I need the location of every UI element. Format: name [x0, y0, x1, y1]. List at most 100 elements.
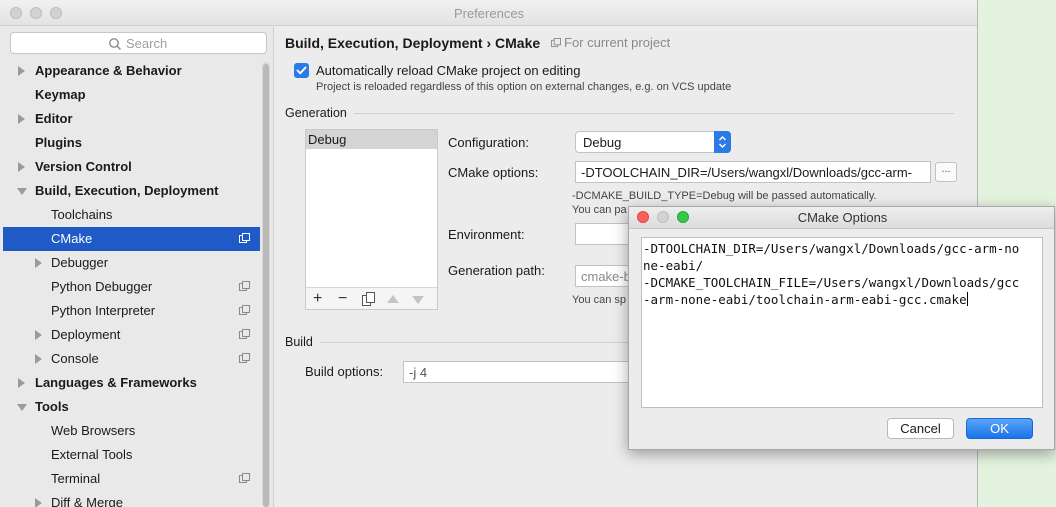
- cmake-options-textarea[interactable]: -DTOOLCHAIN_DIR=/Users/wangxl/Downloads/…: [641, 237, 1043, 408]
- ok-button[interactable]: OK: [966, 418, 1033, 439]
- search-icon: [109, 38, 122, 51]
- sidebar-item-label: Languages & Frameworks: [35, 375, 197, 390]
- chevron-right-icon[interactable]: [18, 66, 25, 76]
- sidebar-item-label: Python Interpreter: [51, 303, 156, 318]
- expand-cmake-options-button[interactable]: ...: [935, 162, 957, 182]
- generation-path-value: cmake-b: [581, 269, 631, 284]
- cmake-options-field[interactable]: -DTOOLCHAIN_DIR=/Users/wangxl/Downloads/…: [575, 161, 931, 183]
- move-up-icon[interactable]: [387, 295, 399, 303]
- sidebar-item-python-interpreter[interactable]: Python Interpreter: [3, 299, 260, 323]
- chevron-right-icon[interactable]: [18, 114, 25, 124]
- list-item[interactable]: Debug: [306, 130, 437, 149]
- sidebar-item-tools[interactable]: Tools: [3, 395, 260, 419]
- remove-icon[interactable]: −: [338, 290, 347, 308]
- search-placeholder: Search: [126, 36, 168, 51]
- sidebar-item-terminal[interactable]: Terminal: [3, 467, 260, 491]
- chevron-right-icon[interactable]: [18, 378, 25, 388]
- generation-path-field[interactable]: cmake-b: [575, 265, 635, 287]
- text-caret: [966, 292, 968, 306]
- sidebar-item-python-debugger[interactable]: Python Debugger: [3, 275, 260, 299]
- breadcrumb: Build, Execution, Deployment › CMake: [285, 35, 541, 51]
- sidebar-item-label: CMake: [51, 231, 93, 246]
- textarea-line: -DCMAKE_TOOLCHAIN_FILE=/Users/wangxl/Dow…: [643, 275, 1020, 290]
- sidebar-item-label: Diff & Merge: [51, 495, 124, 507]
- sidebar-item-label: Tools: [35, 399, 69, 414]
- section-divider: [354, 113, 954, 114]
- sidebar-item-build-execution-deployment[interactable]: Build, Execution, Deployment: [3, 179, 260, 203]
- sidebar-item-deployment[interactable]: Deployment: [3, 323, 260, 347]
- profiles-toolbar: + −: [306, 287, 437, 309]
- move-down-icon[interactable]: [412, 296, 424, 304]
- sidebar-item-plugins[interactable]: Plugins: [3, 131, 260, 155]
- section-divider: [320, 342, 630, 343]
- chevron-right-icon[interactable]: [35, 498, 42, 507]
- sidebar-item-label: Deployment: [51, 327, 121, 342]
- checkmark-icon: [296, 66, 307, 75]
- sidebar-item-languages-frameworks[interactable]: Languages & Frameworks: [3, 371, 260, 395]
- sidebar-item-label: Terminal: [51, 471, 101, 486]
- textarea-line: -DTOOLCHAIN_DIR=/Users/wangxl/Downloads/…: [643, 241, 1020, 256]
- sidebar-item-web-browsers[interactable]: Web Browsers: [3, 419, 260, 443]
- sidebar-scrollbar-thumb[interactable]: [263, 64, 269, 507]
- auto-reload-label[interactable]: Automatically reload CMake project on ed…: [316, 63, 580, 78]
- sidebar-item-cmake[interactable]: CMake: [3, 227, 260, 251]
- sidebar-item-label: Console: [51, 351, 99, 366]
- sidebar-item-label: Toolchains: [51, 207, 113, 222]
- window-title: Preferences: [453, 6, 525, 21]
- sidebar-item-keymap[interactable]: Keymap: [3, 83, 260, 107]
- configuration-label: Configuration:: [448, 135, 529, 150]
- for-current-project-label: For current project: [564, 35, 671, 50]
- add-icon[interactable]: +: [313, 290, 322, 308]
- chevron-right-icon[interactable]: [18, 162, 25, 172]
- chevron-right-icon[interactable]: [35, 258, 42, 268]
- sidebar-item-appearance-behavior[interactable]: Appearance & Behavior: [3, 59, 260, 83]
- sidebar-item-label: Debugger: [51, 255, 109, 270]
- project-scope-icon: [239, 353, 250, 363]
- generation-path-hint: You can sp: [572, 294, 627, 306]
- cancel-button[interactable]: Cancel: [887, 418, 954, 439]
- sidebar-item-version-control[interactable]: Version Control: [3, 155, 260, 179]
- title-bar[interactable]: Preferences: [0, 0, 977, 26]
- auto-reload-hint: Project is reloaded regardless of this o…: [316, 81, 732, 93]
- sidebar-item-diff-merge[interactable]: Diff & Merge: [3, 491, 260, 507]
- sidebar-item-debugger[interactable]: Debugger: [3, 251, 260, 275]
- chevron-down-icon[interactable]: [17, 404, 27, 411]
- sidebar-item-label: Build, Execution, Deployment: [35, 183, 219, 198]
- search-input[interactable]: Search: [10, 32, 267, 54]
- configuration-select[interactable]: Debug: [575, 131, 731, 153]
- chevron-right-icon[interactable]: [35, 330, 42, 340]
- sidebar-item-editor[interactable]: Editor: [3, 107, 260, 131]
- auto-reload-checkbox[interactable]: [294, 63, 309, 78]
- cmake-options-dialog: CMake Options -DTOOLCHAIN_DIR=/Users/wan…: [628, 206, 1055, 450]
- build-section-title: Build: [285, 335, 313, 349]
- sidebar-item-label: Web Browsers: [51, 423, 136, 438]
- copy-icon[interactable]: [362, 292, 375, 306]
- profiles-list[interactable]: Debug + −: [305, 129, 438, 310]
- chevron-down-icon[interactable]: [17, 188, 27, 195]
- sidebar-item-external-tools[interactable]: External Tools: [3, 443, 260, 467]
- sidebar-item-label: Version Control: [35, 159, 132, 174]
- project-scope-icon: [239, 233, 250, 243]
- project-scope-icon: [239, 281, 250, 291]
- project-scope-icon: [239, 305, 250, 315]
- configuration-value: Debug: [583, 135, 622, 150]
- environment-label: Environment:: [448, 227, 525, 242]
- sidebar-item-label: Python Debugger: [51, 279, 153, 294]
- sidebar-item-toolchains[interactable]: Toolchains: [3, 203, 260, 227]
- textarea-line: ne-eabi/: [643, 258, 704, 273]
- textarea-line-with-caret: -arm-none-eabi/toolchain-arm-eabi-gcc.cm…: [643, 291, 1041, 308]
- dialog-title-bar[interactable]: CMake Options: [629, 207, 1054, 229]
- build-options-field[interactable]: -j 4: [403, 361, 635, 383]
- sidebar-item-console[interactable]: Console: [3, 347, 260, 371]
- project-scope-icon: [551, 38, 561, 48]
- dialog-title: CMake Options: [797, 210, 888, 225]
- chevron-right-icon[interactable]: [35, 354, 42, 364]
- sidebar-item-label: Editor: [35, 111, 73, 126]
- environment-field[interactable]: [575, 223, 635, 245]
- profile-name: Debug: [308, 132, 347, 147]
- build-options-value: -j 4: [409, 365, 428, 380]
- cmake-options-value: -DTOOLCHAIN_DIR=/Users/wangxl/Downloads/…: [581, 165, 912, 180]
- project-scope-icon: [239, 473, 250, 483]
- sidebar-item-label: External Tools: [51, 447, 133, 462]
- select-stepper-icon[interactable]: [714, 131, 731, 153]
